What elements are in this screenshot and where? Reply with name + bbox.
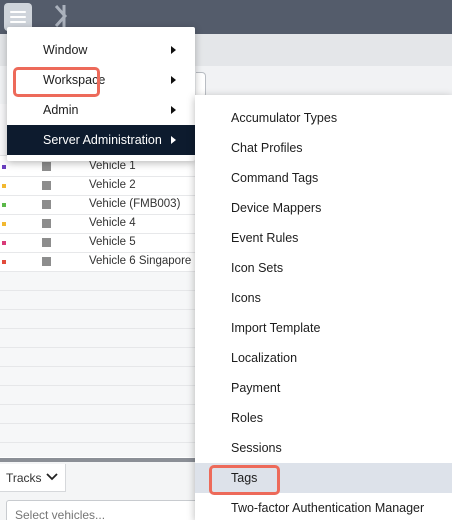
vehicle-name: Vehicle (FMB003) bbox=[89, 198, 181, 210]
menu-item-admin[interactable]: Admin bbox=[7, 95, 195, 125]
vehicle-row[interactable]: Vehicle 4 bbox=[0, 215, 196, 234]
vehicle-name: Vehicle 2 bbox=[89, 179, 136, 191]
vehicle-status-icon bbox=[42, 200, 51, 209]
vehicle-list: Vehicle 1 Vehicle 2 Vehicle (FMB003) Vehicl… bbox=[0, 158, 196, 272]
submenu-item-label: Accumulator Types bbox=[231, 111, 338, 125]
menu-item-label: Window bbox=[43, 43, 88, 57]
vehicle-status-icon bbox=[42, 162, 51, 171]
empty-list-rows bbox=[0, 272, 196, 457]
submenu-item-accumulator-types[interactable]: Accumulator Types bbox=[195, 103, 452, 133]
submenu-item-two-factor-authentication-manager[interactable]: Two-factor Authentication Manager bbox=[195, 493, 452, 520]
submenu-item-chat-profiles[interactable]: Chat Profiles bbox=[195, 133, 452, 163]
menu-item-workspace[interactable]: Workspace bbox=[7, 65, 195, 95]
vehicle-color-marker bbox=[2, 222, 6, 226]
vehicle-color-marker bbox=[2, 184, 6, 188]
vehicle-color-marker bbox=[2, 260, 6, 264]
submenu-item-label: Roles bbox=[231, 411, 263, 425]
submenu-item-import-template[interactable]: Import Template bbox=[195, 313, 452, 343]
menu-item-label: Admin bbox=[43, 103, 79, 117]
submenu-item-label: Icon Sets bbox=[231, 261, 284, 275]
vehicle-status-icon bbox=[42, 257, 51, 266]
menu-item-label: Server Administration bbox=[43, 133, 162, 147]
vehicle-status-icon bbox=[42, 181, 51, 190]
chevron-down-icon bbox=[46, 473, 58, 481]
vehicle-select-input[interactable] bbox=[15, 508, 185, 520]
submenu-item-label: Icons bbox=[231, 291, 261, 305]
submenu-item-label: Payment bbox=[231, 381, 281, 395]
vehicle-status-icon bbox=[42, 238, 51, 247]
submenu-item-label: Two-factor Authentication Manager bbox=[231, 501, 425, 515]
submenu-item-label: Device Mappers bbox=[231, 201, 322, 215]
vehicle-row[interactable]: Vehicle 2 bbox=[0, 177, 196, 196]
submenu-item-command-tags[interactable]: Command Tags bbox=[195, 163, 452, 193]
submenu-item-label: Localization bbox=[231, 351, 298, 365]
submenu-item-sessions[interactable]: Sessions bbox=[195, 433, 452, 463]
vehicle-row[interactable]: Vehicle 5 bbox=[0, 234, 196, 253]
tracks-tab-label: Tracks bbox=[6, 471, 42, 485]
submenu-item-device-mappers[interactable]: Device Mappers bbox=[195, 193, 452, 223]
vehicle-name: Vehicle 6 Singapore bbox=[89, 255, 192, 267]
submenu-arrow-icon bbox=[171, 106, 176, 114]
submenu-item-tags[interactable]: Tags bbox=[195, 463, 452, 493]
submenu-arrow-icon bbox=[171, 136, 176, 144]
vehicle-row[interactable]: Vehicle (FMB003) bbox=[0, 196, 196, 215]
menu-item-window[interactable]: Window bbox=[7, 35, 195, 65]
submenu-arrow-icon bbox=[171, 76, 176, 84]
submenu-item-label: Import Template bbox=[231, 321, 321, 335]
tracks-panel: Tracks bbox=[0, 462, 206, 520]
submenu-arrow-icon bbox=[171, 46, 176, 54]
submenu-item-localization[interactable]: Localization bbox=[195, 343, 452, 373]
server-administration-submenu: Accumulator Types Chat Profiles Command Ta… bbox=[195, 95, 452, 520]
submenu-item-roles[interactable]: Roles bbox=[195, 403, 452, 433]
vehicle-select[interactable] bbox=[6, 500, 206, 520]
tracks-tab[interactable]: Tracks bbox=[0, 464, 66, 492]
vehicle-name: Vehicle 1 bbox=[89, 160, 136, 172]
submenu-item-label: Tags bbox=[231, 471, 258, 485]
submenu-item-icon-sets[interactable]: Icon Sets bbox=[195, 253, 452, 283]
vehicle-color-marker bbox=[2, 165, 6, 169]
vehicle-name: Vehicle 4 bbox=[89, 217, 136, 229]
vehicle-status-icon bbox=[42, 219, 51, 228]
vehicle-row[interactable]: Vehicle 6 Singapore bbox=[0, 253, 196, 272]
submenu-item-icons[interactable]: Icons bbox=[195, 283, 452, 313]
submenu-item-event-rules[interactable]: Event Rules bbox=[195, 223, 452, 253]
vehicle-color-marker bbox=[2, 203, 6, 207]
menu-item-server-administration[interactable]: Server Administration bbox=[7, 125, 195, 155]
main-menu: Window Workspace Admin Server Administra… bbox=[7, 27, 195, 161]
submenu-item-label: Sessions bbox=[231, 441, 282, 455]
submenu-item-payment[interactable]: Payment bbox=[195, 373, 452, 403]
vehicle-color-marker bbox=[2, 241, 6, 245]
menu-item-label: Workspace bbox=[43, 73, 106, 87]
submenu-item-label: Command Tags bbox=[231, 171, 319, 185]
vehicle-name: Vehicle 5 bbox=[89, 236, 136, 248]
submenu-item-label: Chat Profiles bbox=[231, 141, 303, 155]
submenu-item-label: Event Rules bbox=[231, 231, 299, 245]
